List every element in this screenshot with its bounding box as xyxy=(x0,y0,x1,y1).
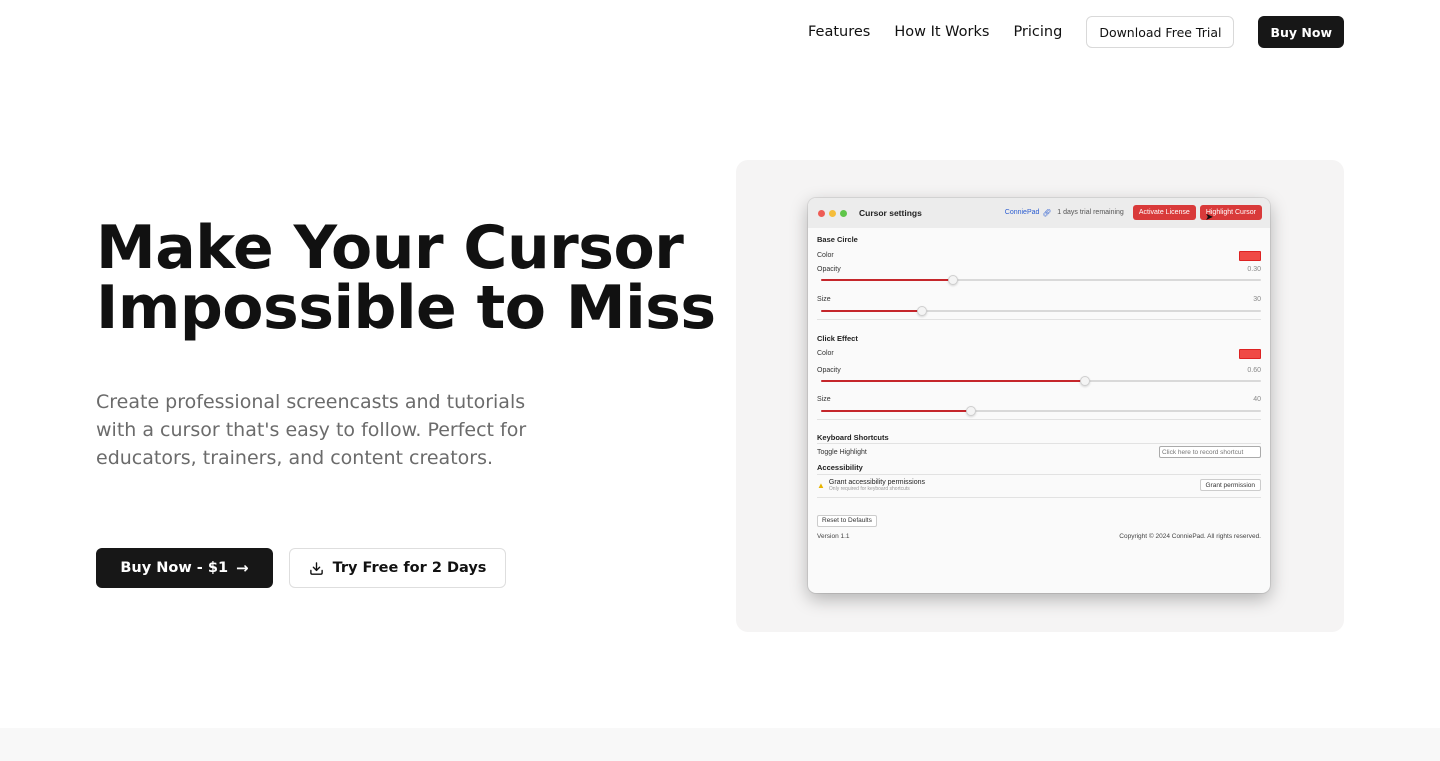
base-color-row: Color xyxy=(817,247,1261,264)
click-size-row: Size 40 xyxy=(817,387,1261,405)
copyright-text: Copyright © 2024 ConniePad. All rights r… xyxy=(1119,533,1261,540)
base-opacity-value: 0.30 xyxy=(1247,265,1261,273)
nav-buy-now-button[interactable]: Buy Now xyxy=(1258,16,1344,48)
minimize-window-icon[interactable] xyxy=(829,209,836,217)
click-color-swatch[interactable] xyxy=(1239,348,1261,359)
maximize-window-icon[interactable] xyxy=(840,209,847,217)
reset-defaults-button[interactable]: Reset to Defaults xyxy=(817,514,877,527)
slider-thumb[interactable] xyxy=(917,306,928,316)
warning-icon: ▲ xyxy=(817,480,825,490)
click-opacity-slider[interactable] xyxy=(817,375,1261,387)
titlebar-actions: ConniePad 🔗︎ 1 days trial remaining Acti… xyxy=(1005,205,1262,220)
close-window-icon[interactable] xyxy=(818,209,825,217)
click-size-slider[interactable] xyxy=(817,405,1261,417)
base-size-value: 30 xyxy=(1253,295,1261,303)
base-circle-heading: Base Circle xyxy=(817,235,858,244)
nav-link-how-it-works[interactable]: How It Works xyxy=(894,24,989,40)
click-opacity-value: 0.60 xyxy=(1247,366,1261,374)
slider-fill xyxy=(821,279,953,281)
hero-title-line-2: Impossible to Miss xyxy=(96,273,716,343)
click-effect-heading: Click Effect xyxy=(817,334,858,343)
divider xyxy=(817,497,1261,498)
hero-title: Make Your Cursor Impossible to Miss xyxy=(96,218,736,338)
activate-license-button[interactable]: Activate License xyxy=(1132,205,1196,220)
download-free-trial-button[interactable]: Download Free Trial xyxy=(1086,16,1235,48)
slider-fill xyxy=(821,310,923,312)
accessibility-heading: Accessibility xyxy=(817,463,863,472)
base-opacity-label: Opacity xyxy=(817,265,841,273)
record-shortcut-field[interactable]: Click here to record shortcut xyxy=(1159,446,1261,458)
base-size-slider[interactable] xyxy=(817,305,1261,317)
grant-permission-note: Only required for keyboard shortcuts xyxy=(828,485,910,492)
divider xyxy=(817,319,1261,320)
nav-link-features[interactable]: Features xyxy=(808,24,870,40)
window-titlebar: Cursor settings ConniePad 🔗︎ 1 days tria… xyxy=(808,198,1270,228)
version-text: Version 1.1 xyxy=(817,533,850,540)
mouse-pointer-icon: ➤ xyxy=(1205,212,1214,223)
slider-thumb[interactable] xyxy=(1080,376,1090,386)
toggle-highlight-row: Toggle Highlight Click here to record sh… xyxy=(817,444,1261,460)
nav-link-pricing[interactable]: Pricing xyxy=(1013,24,1062,40)
base-opacity-slider[interactable] xyxy=(817,274,1261,286)
link-icon: 🔗︎ xyxy=(1042,209,1052,217)
try-free-cta-button[interactable]: Try Free for 2 Days xyxy=(289,548,506,588)
reset-row: Reset to Defaults xyxy=(817,509,1261,527)
settings-body: Base Circle Color Opacity 0.30 Size 30 C… xyxy=(808,228,1270,540)
divider xyxy=(817,419,1261,420)
click-color-row: Color xyxy=(817,346,1261,361)
download-icon xyxy=(309,561,323,575)
trial-status: 1 days trial remaining xyxy=(1057,209,1124,216)
slider-thumb[interactable] xyxy=(965,406,976,416)
base-color-swatch[interactable] xyxy=(1239,250,1261,261)
click-opacity-row: Opacity 0.60 xyxy=(817,361,1261,375)
grant-permission-button[interactable]: Grant permission xyxy=(1199,479,1261,491)
slider-fill xyxy=(821,380,1085,382)
permission-text: Grant accessibility permissions Only req… xyxy=(829,479,925,492)
next-section-band xyxy=(0,728,1440,761)
hero-subtitle: Create professional screencasts and tuto… xyxy=(96,391,527,469)
base-color-label: Color xyxy=(817,252,834,259)
click-opacity-label: Opacity xyxy=(817,366,841,374)
base-opacity-row: Opacity 0.30 xyxy=(817,264,1261,274)
click-size-label: Size xyxy=(817,395,831,403)
buy-now-cta-label: Buy Now - $1 xyxy=(120,560,229,576)
grant-permission-label: Grant accessibility permissions xyxy=(828,478,926,486)
base-size-row: Size 30 xyxy=(817,286,1261,305)
slider-thumb[interactable] xyxy=(948,275,958,285)
buy-now-cta-button[interactable]: Buy Now - $1 → xyxy=(96,548,273,588)
toggle-highlight-label: Toggle Highlight xyxy=(817,448,867,456)
product-preview-panel: Cursor settings ConniePad 🔗︎ 1 days tria… xyxy=(736,160,1344,632)
keyboard-shortcuts-heading: Keyboard Shortcuts xyxy=(817,433,889,442)
slider-fill xyxy=(821,410,971,412)
permission-info: ▲ Grant accessibility permissions Only r… xyxy=(817,479,925,492)
arrow-right-icon: → xyxy=(236,559,249,577)
click-color-label: Color xyxy=(817,350,834,357)
brand-link[interactable]: ConniePad xyxy=(1005,209,1040,216)
try-free-cta-label: Try Free for 2 Days xyxy=(332,560,487,576)
window-title: Cursor settings xyxy=(859,208,922,218)
top-nav: Features How It Works Pricing Download F… xyxy=(808,16,1344,48)
window-footer: Version 1.1 Copyright © 2024 ConniePad. … xyxy=(817,533,1261,540)
base-size-label: Size xyxy=(817,295,831,303)
app-settings-window: Cursor settings ConniePad 🔗︎ 1 days tria… xyxy=(808,198,1270,593)
grant-permission-row: ▲ Grant accessibility permissions Only r… xyxy=(817,475,1261,495)
click-size-value: 40 xyxy=(1253,395,1261,403)
